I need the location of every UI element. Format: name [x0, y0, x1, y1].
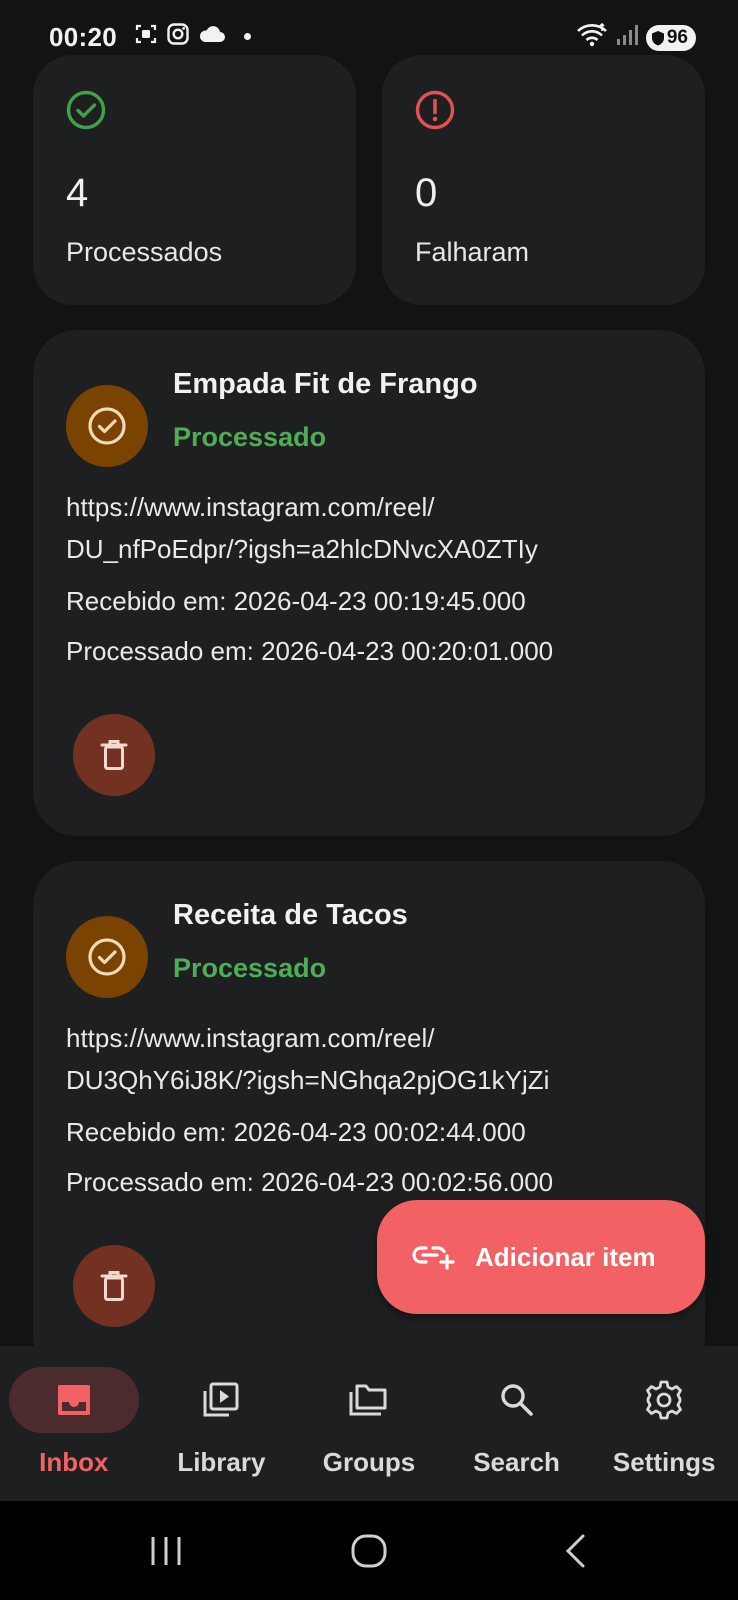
item-title: Receita de Tacos: [173, 899, 408, 931]
add-link-icon: [411, 1240, 455, 1275]
item-status: Processado: [173, 422, 327, 452]
battery-indicator: 96: [645, 24, 696, 51]
add-item-fab[interactable]: Adicionar item: [377, 1200, 705, 1314]
delete-button[interactable]: [73, 714, 155, 796]
instagram-icon: [166, 22, 190, 51]
nav-label: Library: [177, 1447, 266, 1477]
item-title: Empada Fit de Frango: [173, 368, 478, 400]
failed-label: Falharam: [415, 237, 530, 267]
notification-dot: [244, 33, 251, 40]
wifi-icon: [576, 22, 608, 53]
item-status: Processado: [173, 953, 327, 983]
item-url-line: https://www.instagram.com/reel/: [66, 1023, 435, 1053]
back-button[interactable]: [556, 1531, 596, 1571]
battery-level: 96: [666, 26, 688, 48]
cloud-icon: [198, 23, 226, 50]
item-url-line: https://www.instagram.com/reel/: [66, 492, 435, 522]
signal-icon: [616, 24, 638, 51]
back-icon: [565, 1534, 585, 1568]
search-icon: [500, 1384, 533, 1416]
item-url[interactable]: https://www.instagram.com/reel/ DU3QhY6i…: [66, 1017, 676, 1101]
item-url-line: DU_nfPoEdpr/?igsh=a2hlcDNvcXA0ZTIy: [66, 534, 538, 564]
status-bar: 00:20 96: [0, 0, 738, 56]
nav-item-library[interactable]: Library: [148, 1346, 296, 1501]
item-processed-date: Processado em: 2026-04-23 00:20:01.000: [66, 636, 554, 666]
item-url-line: DU3QhY6iJ8K/?igsh=NGhqa2pjOG1kYjZi: [66, 1065, 550, 1095]
error-circle-icon: [414, 89, 456, 131]
item-status-avatar: [66, 385, 148, 467]
recent-apps-icon: [151, 1537, 181, 1565]
bottom-navigation: Inbox Library Groups Search Settings: [0, 1346, 738, 1501]
add-item-label: Adicionar item: [475, 1241, 656, 1272]
trash-icon: [100, 1271, 128, 1301]
nav-active-indicator: [8, 1367, 139, 1433]
status-time: 00:20: [49, 22, 117, 52]
gear-icon: [646, 1380, 683, 1420]
check-circle-icon: [65, 89, 107, 131]
item-status-avatar: [66, 916, 148, 998]
processed-label: Processados: [66, 237, 223, 267]
home-icon: [351, 1534, 387, 1568]
trash-icon: [100, 740, 128, 770]
failed-stat-card: 0 Falharam: [382, 55, 705, 305]
folders-icon: [349, 1384, 387, 1416]
screenshot-icon: [134, 22, 158, 51]
recent-apps-button[interactable]: [146, 1531, 186, 1571]
item-url[interactable]: https://www.instagram.com/reel/ DU_nfPoE…: [66, 486, 676, 570]
item-received-date: Recebido em: 2026-04-23 00:02:44.000: [66, 1117, 526, 1147]
home-button[interactable]: [349, 1531, 389, 1571]
system-navigation-bar: [0, 1501, 738, 1600]
processed-count: 4: [66, 171, 89, 215]
nav-item-inbox[interactable]: Inbox: [0, 1346, 148, 1501]
app-screen: 00:20 96 4 Processados 0 Falharam Empada…: [0, 0, 738, 1600]
failed-count: 0: [415, 171, 438, 215]
processed-stat-card: 4 Processados: [33, 55, 356, 305]
nav-item-search[interactable]: Search: [443, 1346, 591, 1501]
delete-button[interactable]: [73, 1245, 155, 1327]
item-received-date: Recebido em: 2026-04-23 00:19:45.000: [66, 586, 526, 616]
nav-item-settings[interactable]: Settings: [590, 1346, 738, 1501]
inbox-icon: [57, 1385, 90, 1415]
check-circle-icon: [88, 938, 126, 976]
nav-label: Settings: [612, 1447, 716, 1477]
nav-label: Inbox: [39, 1447, 109, 1477]
item-processed-date: Processado em: 2026-04-23 00:02:56.000: [66, 1167, 554, 1197]
inbox-item-card[interactable]: Empada Fit de Frango Processado https://…: [33, 330, 705, 836]
nav-label: Search: [473, 1447, 560, 1477]
check-circle-icon: [88, 407, 126, 445]
nav-label: Groups: [322, 1447, 416, 1477]
nav-item-groups[interactable]: Groups: [295, 1346, 443, 1501]
video-library-icon: [203, 1382, 239, 1417]
shield-icon: [651, 30, 664, 45]
